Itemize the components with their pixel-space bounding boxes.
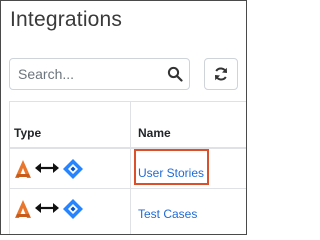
refresh-icon bbox=[215, 67, 227, 81]
bidirectional-arrow-icon bbox=[35, 203, 59, 213]
search-box[interactable] bbox=[9, 58, 190, 90]
integration-name-link[interactable]: Test Cases bbox=[138, 207, 197, 221]
integrations-panel: Integrations Type Name bbox=[0, 0, 247, 235]
source-logo-icon bbox=[15, 200, 31, 218]
integration-type bbox=[14, 198, 94, 220]
source-logo-icon bbox=[15, 160, 31, 178]
search-input[interactable] bbox=[18, 59, 158, 89]
jira-icon bbox=[63, 159, 83, 179]
column-header-type[interactable]: Type bbox=[14, 126, 41, 140]
search-icon[interactable] bbox=[167, 66, 183, 82]
refresh-button[interactable] bbox=[204, 58, 238, 90]
bidirectional-arrow-icon bbox=[35, 163, 59, 173]
integrations-table: Type Name User Stories Test Cases bbox=[9, 101, 246, 234]
column-header-name[interactable]: Name bbox=[138, 126, 171, 140]
integration-type bbox=[14, 158, 94, 180]
table-row[interactable]: User Stories bbox=[10, 149, 246, 188]
page-title: Integrations bbox=[10, 8, 123, 31]
highlight-box bbox=[134, 149, 209, 185]
jira-icon bbox=[63, 199, 83, 219]
table-row[interactable]: Test Cases bbox=[10, 189, 246, 228]
